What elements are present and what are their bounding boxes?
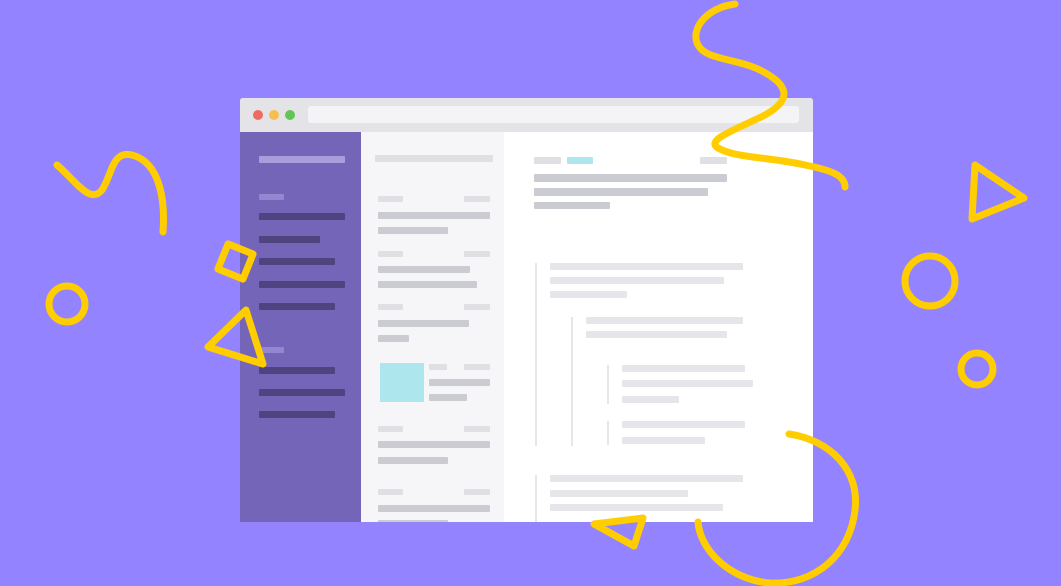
message-body <box>550 504 723 511</box>
reply-body <box>622 365 745 372</box>
reply-body <box>622 437 705 444</box>
list-item-thumbnail <box>380 363 424 402</box>
message-body <box>550 475 743 482</box>
reading-pane <box>504 132 813 522</box>
thread-line <box>535 475 537 522</box>
list-item-preview <box>378 281 477 288</box>
list-item-subject <box>378 212 490 219</box>
sidebar-title <box>259 156 345 163</box>
list-item-subject <box>378 505 490 512</box>
ring-left-shape <box>45 282 89 326</box>
list-item-date <box>464 426 490 432</box>
list-item-preview <box>429 394 467 401</box>
sidebar-section-heading <box>259 194 284 200</box>
list-item-preview <box>378 457 448 464</box>
sidebar <box>240 132 361 522</box>
message-body <box>550 277 724 284</box>
ring-right-small-shape <box>957 349 997 389</box>
list-item-subject <box>378 320 469 327</box>
list-item-date <box>464 251 490 257</box>
list-item-sender <box>378 304 403 310</box>
reply-body <box>586 331 727 338</box>
sidebar-item[interactable] <box>259 258 335 265</box>
message-body <box>550 291 627 298</box>
message-list <box>361 132 504 522</box>
sidebar-item[interactable] <box>259 281 345 288</box>
maximize-dot-icon[interactable] <box>285 110 295 120</box>
reply-line <box>571 317 573 446</box>
list-item-sender <box>378 489 403 495</box>
message-meta <box>534 157 561 164</box>
message-title <box>534 174 727 182</box>
list-item-date <box>464 489 490 495</box>
list-item-sender <box>378 251 403 257</box>
sidebar-item[interactable] <box>259 389 345 396</box>
list-item-subject <box>378 441 490 448</box>
address-bar[interactable] <box>308 106 799 123</box>
reply-body <box>622 421 745 428</box>
list-item-preview <box>378 520 448 522</box>
list-item-preview <box>378 335 409 342</box>
message-tag[interactable] <box>567 157 593 164</box>
list-item-sender <box>378 426 403 432</box>
message-body <box>550 263 743 270</box>
triangle-bottom-shape <box>590 514 647 550</box>
sidebar-item[interactable] <box>259 411 335 418</box>
list-item-date <box>464 364 490 370</box>
sidebar-section-heading <box>259 347 284 353</box>
ring-right-large-shape <box>901 252 959 310</box>
minimize-dot-icon[interactable] <box>269 110 279 120</box>
sidebar-item[interactable] <box>259 367 335 374</box>
sidebar-item[interactable] <box>259 213 345 220</box>
squiggle-left-shape <box>53 150 167 236</box>
title-bar <box>240 98 813 132</box>
reply-line <box>607 421 609 445</box>
list-item-subject <box>378 266 470 273</box>
list-item-date <box>464 304 490 310</box>
close-dot-icon[interactable] <box>253 110 263 120</box>
message-body <box>550 490 688 497</box>
reply-body <box>622 380 753 387</box>
list-item-sender <box>429 364 447 370</box>
message-date <box>700 157 727 164</box>
reply-line <box>607 365 609 404</box>
illustration <box>0 0 1061 586</box>
sidebar-item[interactable] <box>259 303 335 310</box>
reply-body <box>586 317 743 324</box>
message-title <box>534 202 610 209</box>
list-item-preview <box>378 227 448 234</box>
list-header <box>375 155 493 162</box>
triangle-right-shape <box>968 161 1028 223</box>
sidebar-item[interactable] <box>259 236 320 243</box>
list-item-sender <box>378 196 403 202</box>
list-item-date <box>464 196 490 202</box>
reply-body <box>622 396 679 403</box>
thread-line <box>535 263 537 446</box>
list-item-subject <box>429 379 490 386</box>
message-title <box>534 188 708 196</box>
browser-window <box>240 98 813 522</box>
